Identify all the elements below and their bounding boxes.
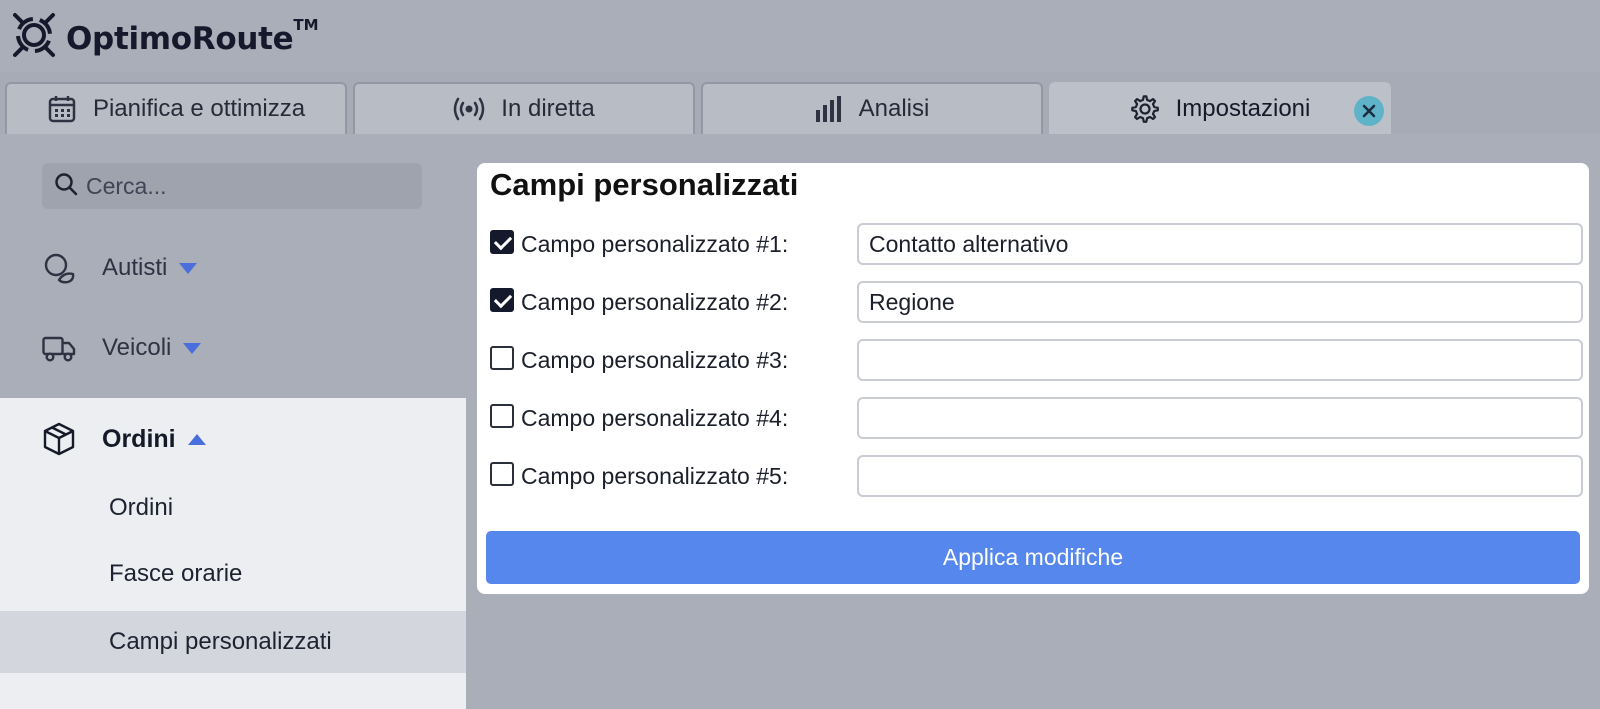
- app-name: OptimoRoute: [66, 20, 294, 57]
- custom-field-row-3: Campo personalizzato #3:: [490, 339, 1583, 381]
- chevron-down-icon: [179, 262, 198, 274]
- sidebar-subitem-custom-fields[interactable]: Campi personalizzati: [0, 611, 466, 673]
- custom-field-3-input[interactable]: [857, 339, 1583, 381]
- settings-sidebar: Autisti Veicoli Ordini: [0, 134, 466, 709]
- custom-field-3-checkbox[interactable]: [490, 346, 514, 370]
- tab-label: Analisi: [858, 95, 930, 122]
- custom-field-2-label: Campo personalizzato #2:: [521, 289, 789, 315]
- orders-section: Ordini Ordini Fasce orarie Campi persona…: [0, 398, 466, 709]
- tab-label: Pianifica e ottimizza: [92, 95, 306, 122]
- chevron-up-icon: [187, 433, 206, 445]
- tab-plan-optimize[interactable]: Pianifica e ottimizza: [5, 82, 347, 134]
- chevron-down-icon: [183, 342, 202, 354]
- bar-chart-icon: [815, 96, 843, 122]
- custom-field-1-input[interactable]: [857, 223, 1583, 265]
- custom-fields-card: Campi personalizzati Campo personalizzat…: [477, 163, 1589, 594]
- sidebar-subitem-time-windows[interactable]: Fasce orarie: [0, 543, 466, 605]
- sidebar-subitem-orders[interactable]: Ordini: [0, 477, 466, 539]
- custom-field-5-input[interactable]: [857, 455, 1583, 497]
- apply-changes-button[interactable]: Applica modifiche: [486, 531, 1580, 584]
- sidebar-item-label: Autisti: [102, 254, 168, 281]
- custom-field-4-label: Campo personalizzato #4:: [521, 405, 789, 431]
- custom-field-2-checkbox[interactable]: [490, 288, 514, 312]
- custom-field-5-checkbox[interactable]: [490, 462, 514, 486]
- gear-icon: [1130, 94, 1160, 124]
- app-logo[interactable]: OptimoRoute TM: [10, 10, 319, 65]
- custom-field-row-2: Campo personalizzato #2:: [490, 281, 1583, 323]
- search-input[interactable]: [86, 172, 406, 200]
- package-icon: [42, 422, 78, 456]
- sidebar-item-vehicles[interactable]: Veicoli: [42, 333, 202, 363]
- live-broadcast-icon: [453, 97, 485, 121]
- sidebar-search: [42, 163, 422, 209]
- sidebar-item-drivers[interactable]: Autisti: [42, 252, 198, 284]
- tab-live[interactable]: In diretta: [353, 82, 695, 134]
- custom-field-row-5: Campo personalizzato #5:: [490, 455, 1583, 497]
- app-header: OptimoRoute TM: [0, 0, 1600, 72]
- custom-field-4-input[interactable]: [857, 397, 1583, 439]
- driver-icon: [42, 252, 78, 284]
- truck-icon: [42, 333, 78, 363]
- close-icon: [1362, 104, 1376, 118]
- close-tab-button[interactable]: [1354, 96, 1384, 126]
- sidebar-item-label: Ordini: [102, 424, 176, 453]
- custom-field-4-checkbox[interactable]: [490, 404, 514, 428]
- tab-label: Impostazioni: [1175, 95, 1311, 122]
- custom-field-1-label: Campo personalizzato #1:: [521, 231, 789, 257]
- tab-settings[interactable]: Impostazioni: [1049, 82, 1391, 134]
- calendar-icon: [47, 94, 77, 124]
- custom-field-1-checkbox[interactable]: [490, 230, 514, 254]
- sidebar-item-orders[interactable]: Ordini: [42, 422, 206, 456]
- main-tabs: Pianifica e ottimizza In diretta Analisi: [0, 72, 1600, 134]
- custom-field-5-label: Campo personalizzato #5:: [521, 463, 789, 489]
- sidebar-item-label: Veicoli: [102, 334, 172, 361]
- tab-analytics[interactable]: Analisi: [701, 82, 1043, 134]
- custom-field-row-1: Campo personalizzato #1:: [490, 223, 1583, 265]
- custom-field-2-input[interactable]: [857, 281, 1583, 323]
- custom-field-row-4: Campo personalizzato #4:: [490, 397, 1583, 439]
- trademark-mark: TM: [293, 15, 319, 34]
- tab-label: In diretta: [501, 95, 595, 122]
- page-title: Campi personalizzati: [490, 167, 799, 202]
- custom-field-3-label: Campo personalizzato #3:: [521, 347, 789, 373]
- search-icon: [54, 172, 78, 201]
- optimoroute-logo-icon: [10, 10, 58, 65]
